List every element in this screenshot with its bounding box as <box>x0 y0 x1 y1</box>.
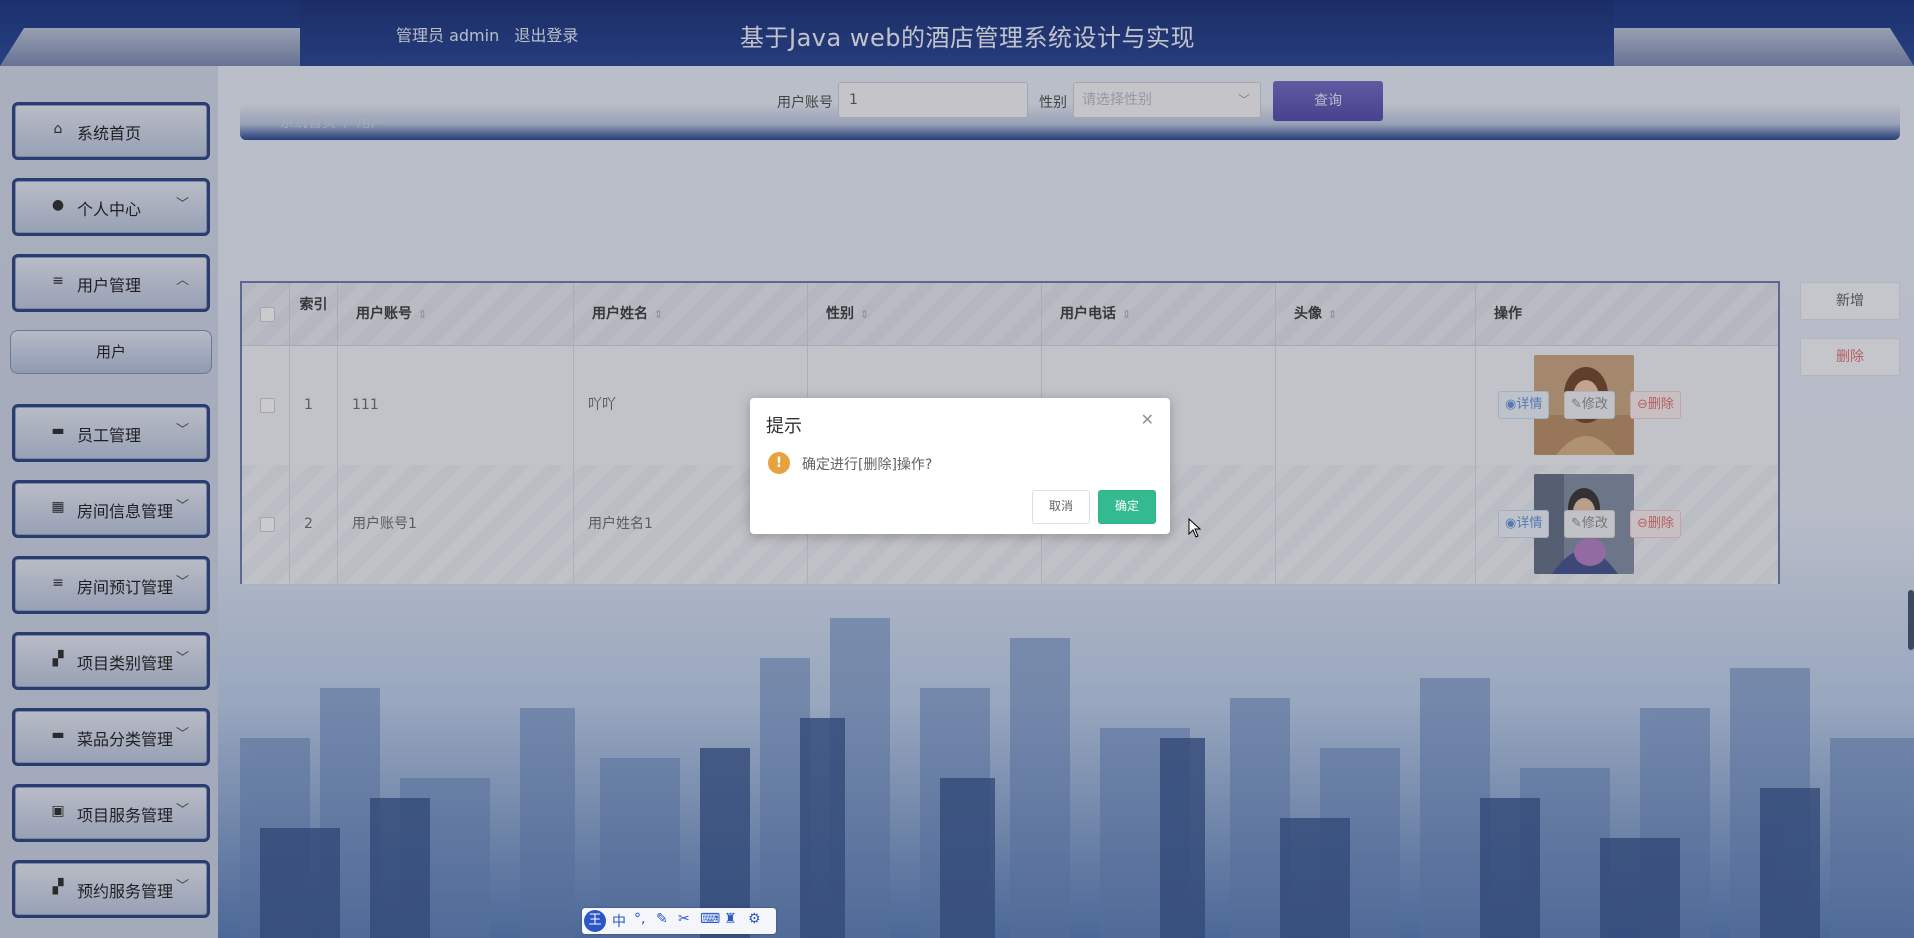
dialog-message: 确定进行[删除]操作? <box>802 457 933 473</box>
skin-icon[interactable]: ♜ <box>724 911 737 927</box>
warning-icon: ! <box>768 452 790 474</box>
keyboard-icon[interactable]: ⌨ <box>700 911 720 927</box>
punctuation-icon[interactable]: °, <box>634 911 645 927</box>
ime-toolbar: 王 中 °, ✎ ✂ ⌨ ♜ ⚙ <box>582 908 776 934</box>
cancel-button[interactable]: 取消 <box>1032 490 1090 524</box>
ime-logo[interactable]: 王 <box>584 910 606 932</box>
confirm-dialog: 提示 ✕ ! 确定进行[删除]操作? 取消 确定 <box>750 398 1170 534</box>
confirm-button[interactable]: 确定 <box>1098 490 1156 524</box>
scissors-icon[interactable]: ✂ <box>678 911 690 927</box>
dialog-title: 提示 <box>766 416 802 437</box>
ime-language-toggle[interactable]: 中 <box>612 911 626 931</box>
settings-gear-icon[interactable]: ⚙ <box>748 911 761 927</box>
pen-icon[interactable]: ✎ <box>656 911 668 927</box>
mouse-cursor-icon <box>1188 518 1202 538</box>
close-icon[interactable]: ✕ <box>1141 410 1154 429</box>
